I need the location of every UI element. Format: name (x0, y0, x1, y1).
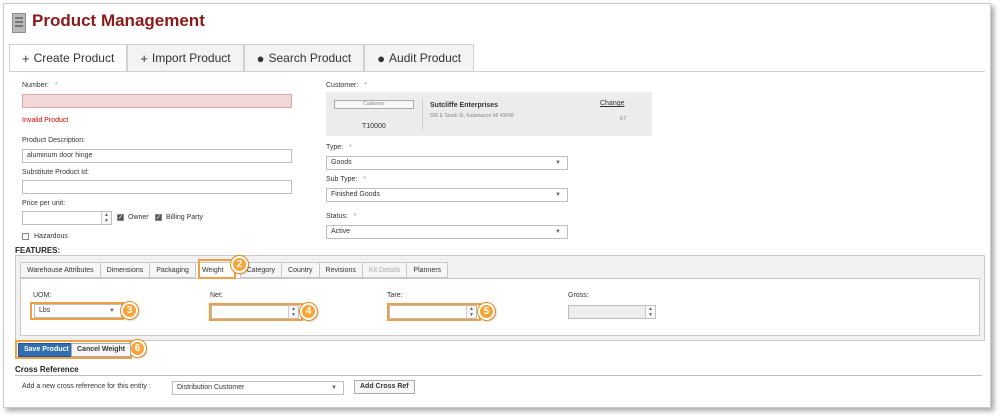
tab-audit-product[interactable]: ● Audit Product (364, 44, 475, 72)
cross-reference-title: Cross Reference (15, 365, 79, 374)
tab-label: Audit Product (389, 51, 462, 65)
callout-badge-3: 3 (121, 302, 138, 319)
gross-label: Gross: (568, 292, 589, 299)
tab-label: Import Product (151, 51, 231, 65)
status-label: Status: * (326, 213, 357, 220)
chevron-down-icon: ▼ (331, 385, 337, 391)
customer-button[interactable]: Customer (334, 100, 414, 109)
tab-create-product[interactable]: + Create Product (9, 44, 128, 72)
customer-address: 500 E South St, Kalamazoo MI 49048 (430, 113, 514, 119)
type-label-text: Type: (326, 144, 344, 151)
required-mark: * (364, 82, 368, 89)
customer-card: Customer T10000 Sutcliffe Enterprises 50… (326, 92, 652, 136)
features-title: FEATURES: (15, 246, 61, 255)
net-label: Net: (210, 292, 223, 299)
required-mark: * (353, 213, 357, 220)
circle-icon: ● (256, 51, 265, 66)
owner-checkbox[interactable]: ✓ (117, 214, 124, 221)
tab-kit-details: Kit Details (361, 262, 407, 278)
tare-highlight (387, 303, 481, 321)
circle-icon: ● (377, 51, 386, 66)
number-label: Number: * (22, 82, 58, 89)
callout-badge-5: 5 (478, 303, 495, 320)
tab-packaging[interactable]: Packaging (149, 262, 195, 278)
status-label-text: Status: (326, 213, 348, 220)
tab-revisions[interactable]: Revisions (318, 262, 362, 278)
subtype-value: Finished Goods (331, 191, 381, 198)
chevron-down-icon: ▼ (555, 192, 561, 198)
page-title: Product Management (32, 11, 205, 30)
required-mark: * (363, 176, 367, 183)
hazardous-checkbox[interactable] (22, 233, 29, 240)
type-label: Type: * (326, 144, 352, 151)
tab-divider (9, 71, 985, 72)
app-window: Product Management + Create Product + Im… (3, 3, 991, 408)
chevron-down-icon: ▼ (555, 160, 561, 166)
cancel-weight-button[interactable]: Cancel Weight (71, 343, 132, 357)
features-panel: Warehouse Attributes Dimensions Packagin… (15, 255, 985, 341)
number-error: Invalid Product (22, 117, 69, 124)
price-input[interactable]: ▲ ▼ (22, 211, 112, 225)
uom-label: UOM: (33, 292, 52, 299)
add-cross-ref-button[interactable]: Add Cross Ref (354, 380, 415, 394)
substitute-input[interactable] (22, 180, 292, 194)
billing-party-checkbox[interactable]: ✓ (155, 214, 162, 221)
customer-timezone: ET (620, 116, 627, 122)
callout-badge-6: 6 (129, 340, 146, 357)
hazardous-label: Hazardous (34, 233, 68, 240)
plus-icon: + (22, 51, 30, 66)
owner-label: Owner (128, 214, 149, 221)
required-mark: * (54, 82, 58, 89)
tab-search-product[interactable]: ● Search Product (243, 44, 365, 72)
status-select[interactable]: Active ▼ (326, 225, 568, 239)
customer-code: T10000 (362, 123, 386, 130)
subtype-select[interactable]: Finished Goods ▼ (326, 188, 568, 202)
tab-label: Create Product (33, 51, 115, 65)
customer-label-text: Customer: (326, 82, 359, 89)
subtype-label: Sub Type: * (326, 176, 366, 183)
cross-reference-select[interactable]: Distribution Customer ▼ (172, 381, 344, 395)
billing-party-label: Billing Party (166, 214, 203, 221)
price-label: Price per unit: (22, 200, 66, 207)
customer-divider (422, 98, 423, 130)
top-tabs: + Create Product + Import Product ● Sear… (9, 44, 475, 72)
tab-warehouse-attributes[interactable]: Warehouse Attributes (20, 262, 100, 278)
cross-reference-value: Distribution Customer (177, 384, 245, 391)
tare-label: Tare: (387, 292, 403, 299)
description-label: Product Description: (22, 137, 86, 144)
plus-icon: + (140, 51, 148, 66)
number-label-text: Number: (22, 82, 49, 89)
change-customer-link[interactable]: Change (600, 100, 625, 107)
type-select[interactable]: Goods ▼ (326, 156, 568, 170)
gross-input: ▲ ▼ (568, 305, 656, 319)
weight-panel: UOM: Lbs ▼ Net: ▲ ▼ Tare: ▲ ▼ Gross: ▲ ▼ (20, 278, 980, 336)
customer-name: Sutcliffe Enterprises (430, 102, 499, 109)
document-icon (12, 13, 26, 33)
net-highlight (209, 303, 303, 321)
description-input[interactable]: aluminum door hinge (22, 149, 292, 163)
cross-reference-divider (15, 375, 982, 376)
price-stepper[interactable]: ▲ ▼ (101, 212, 111, 224)
cross-reference-label: Add a new cross reference for this entit… (22, 383, 151, 390)
chevron-down-icon: ▼ (555, 229, 561, 235)
save-product-button[interactable]: Save Product (18, 343, 75, 357)
subtype-label-text: Sub Type: (326, 176, 358, 183)
uom-highlight (30, 302, 124, 320)
tab-planners[interactable]: Planners (406, 262, 449, 278)
customer-label: Customer: * (326, 82, 367, 89)
required-mark: * (349, 144, 352, 151)
tab-dimensions[interactable]: Dimensions (99, 262, 150, 278)
number-input[interactable] (22, 94, 292, 108)
gross-stepper: ▲ ▼ (645, 306, 655, 318)
callout-badge-2: 2 (231, 256, 248, 273)
tab-country[interactable]: Country (281, 262, 319, 278)
tab-import-product[interactable]: + Import Product (127, 44, 244, 72)
tab-label: Search Product (268, 51, 352, 65)
substitute-label: Substitute Product Id: (22, 169, 89, 176)
status-value: Active (331, 228, 351, 235)
type-value: Goods (331, 159, 352, 166)
callout-badge-4: 4 (300, 303, 317, 320)
page-header: Product Management (4, 4, 990, 42)
